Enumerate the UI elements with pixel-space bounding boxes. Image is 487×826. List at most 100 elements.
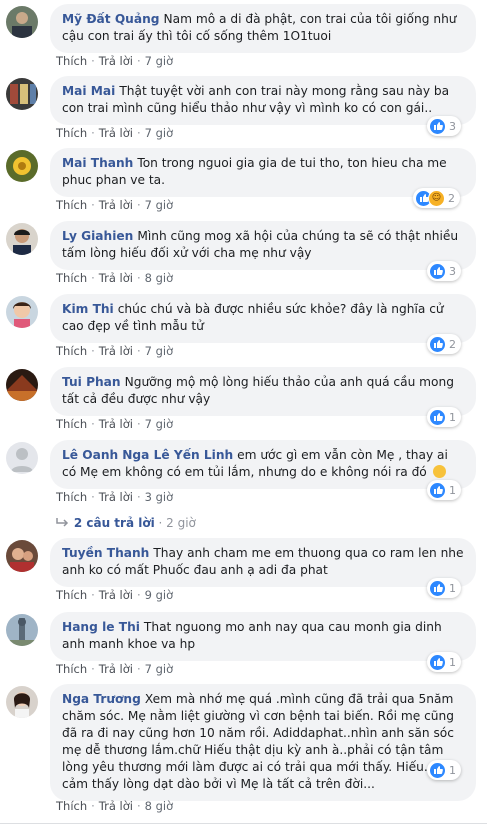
avatar[interactable] [6, 296, 38, 328]
reply-link[interactable]: Trả lời [99, 198, 133, 212]
like-link[interactable]: Thích [56, 126, 87, 140]
reaction-summary[interactable]: 1 [427, 578, 461, 598]
like-link[interactable]: Thích [56, 662, 87, 676]
thumbs-up-icon [429, 761, 446, 779]
comment-actions: Thích · Trả lời · 9 giờ [56, 588, 174, 602]
reply-link[interactable]: Trả lời [99, 799, 133, 813]
reply-link[interactable]: Trả lời [99, 271, 133, 285]
thumbs-up-icon [429, 335, 446, 353]
commenter-name[interactable]: Mai Mai [62, 84, 115, 98]
like-link[interactable]: Thích [56, 490, 87, 504]
reply-link[interactable]: Trả lời [99, 490, 133, 504]
thumbs-up-icon [429, 262, 446, 280]
avatar[interactable] [6, 150, 38, 182]
commenter-name[interactable]: Lê Oanh [62, 448, 118, 462]
divider [0, 823, 487, 824]
tagged-person[interactable]: Nga Lê Yến Linh [122, 448, 233, 462]
reaction-summary[interactable]: 1 [427, 652, 461, 672]
comment-actions: Thích · Trả lời · 7 giờ [56, 54, 174, 68]
timestamp[interactable]: 7 giờ [145, 198, 174, 212]
reaction-count: 2 [448, 191, 455, 205]
comment-bubble: Mỹ Đất Quảng Nam mô a di đà phật, con tra… [50, 4, 476, 53]
reaction-summary[interactable]: 2 [427, 334, 461, 354]
reaction-summary[interactable]: ☺ 2 [413, 188, 460, 208]
reply-link[interactable]: Trả lời [99, 417, 133, 431]
reaction-summary[interactable]: 1 [427, 480, 461, 500]
comment-bubble: Tui Phan Ngưỡng mộ mộ lòng hiếu thảo của … [50, 367, 476, 416]
commenter-name[interactable]: Tuyền Thanh [62, 546, 149, 560]
comment-actions: Thích · Trả lời · 7 giờ [56, 344, 174, 358]
comment-text: em ước gì em vẫn còn Mẹ , thay ai có Mẹ … [62, 448, 448, 479]
comment-actions: Thích · Trả lời · 8 giờ [56, 271, 174, 285]
reply-link[interactable]: Trả lời [99, 54, 133, 68]
haha-icon: ☺ [428, 189, 445, 207]
avatar[interactable] [6, 686, 38, 718]
like-link[interactable]: Thích [56, 344, 87, 358]
commenter-name[interactable]: Nga Trương [62, 692, 141, 706]
comment-bubble: Nga Trương Xem mà nhớ mẹ quá .mình cũng đ… [50, 684, 476, 801]
comment-actions: Thích · Trả lời · 7 giờ [56, 126, 174, 140]
commenter-name[interactable]: Mai Thanh [62, 156, 133, 170]
comment-bubble: Hang le Thi That nguong mo anh nay qua ca… [50, 612, 476, 661]
comment-actions: Thích · Trả lời · 8 giờ [56, 799, 174, 813]
timestamp[interactable]: 8 giờ [145, 799, 174, 813]
timestamp[interactable]: 7 giờ [145, 54, 174, 68]
timestamp[interactable]: 7 giờ [145, 126, 174, 140]
reaction-summary[interactable]: 3 [427, 261, 461, 281]
sad-face-icon [432, 465, 446, 478]
reaction-count: 1 [449, 763, 456, 777]
timestamp[interactable]: 7 giờ [145, 662, 174, 676]
reaction-count: 1 [449, 655, 456, 669]
comment-text: Thật tuyệt vời anh con trai này mong rằn… [62, 84, 450, 115]
view-replies[interactable]: 2 câu trả lời · 2 giờ [56, 516, 196, 530]
timestamp[interactable]: 3 giờ [145, 490, 174, 504]
thumbs-up-icon [429, 481, 446, 499]
commenter-name[interactable]: Ly Giahien [62, 229, 133, 243]
like-link[interactable]: Thích [56, 198, 87, 212]
commenter-name[interactable]: Kim Thi [62, 302, 114, 316]
reaction-count: 1 [449, 410, 456, 424]
comment-bubble: Mai Mai Thật tuyệt vời anh con trai này m… [50, 76, 476, 125]
reply-link[interactable]: Trả lời [99, 344, 133, 358]
timestamp[interactable]: 9 giờ [145, 588, 174, 602]
reaction-count: 1 [449, 581, 456, 595]
reply-link[interactable]: Trả lời [99, 126, 133, 140]
reaction-summary[interactable]: 1 [427, 407, 461, 427]
replies-count-link[interactable]: 2 câu trả lời [74, 516, 155, 530]
commenter-name[interactable]: Tui Phan [62, 375, 121, 389]
comment-bubble: Lê Oanh Nga Lê Yến Linh em ước gì em vẫn … [50, 440, 476, 489]
avatar[interactable] [6, 442, 38, 474]
replies-time: 2 giờ [166, 516, 196, 530]
timestamp[interactable]: 7 giờ [145, 344, 174, 358]
avatar[interactable] [6, 540, 38, 572]
comment-actions: Thích · Trả lời · 3 giờ [56, 490, 174, 504]
reaction-count: 3 [449, 264, 456, 278]
like-link[interactable]: Thích [56, 271, 87, 285]
comment-bubble: Tuyền Thanh Thay anh cham me em thuong qu… [50, 538, 476, 587]
reply-link[interactable]: Trả lời [99, 588, 133, 602]
like-link[interactable]: Thích [56, 417, 87, 431]
comment-actions: Thích · Trả lời · 7 giờ [56, 198, 174, 212]
thumbs-up-icon [429, 408, 446, 426]
thumbs-up-icon [429, 117, 446, 135]
like-link[interactable]: Thích [56, 588, 87, 602]
reaction-summary[interactable]: 3 [427, 116, 461, 136]
avatar[interactable] [6, 614, 38, 646]
reaction-count: 2 [449, 337, 456, 351]
avatar[interactable] [6, 78, 38, 110]
comment-text: chúc chú và bà được nhiều sức khỏe? đây … [62, 302, 444, 333]
reply-link[interactable]: Trả lời [99, 662, 133, 676]
commenter-name[interactable]: Hang le Thi [62, 620, 140, 634]
like-link[interactable]: Thích [56, 54, 87, 68]
avatar[interactable] [6, 6, 38, 38]
like-link[interactable]: Thích [56, 799, 87, 813]
avatar[interactable] [6, 223, 38, 255]
reaction-summary[interactable]: 1 [427, 760, 461, 780]
timestamp[interactable]: 8 giờ [145, 271, 174, 285]
comment-actions: Thích · Trả lời · 7 giờ [56, 417, 174, 431]
comment-bubble: Ly Giahien Mình cũng mog xã hội của chúng… [50, 221, 476, 270]
commenter-name[interactable]: Mỹ Đất Quảng [62, 12, 159, 26]
avatar[interactable] [6, 369, 38, 401]
thumbs-up-icon [429, 653, 446, 671]
timestamp[interactable]: 7 giờ [145, 417, 174, 431]
